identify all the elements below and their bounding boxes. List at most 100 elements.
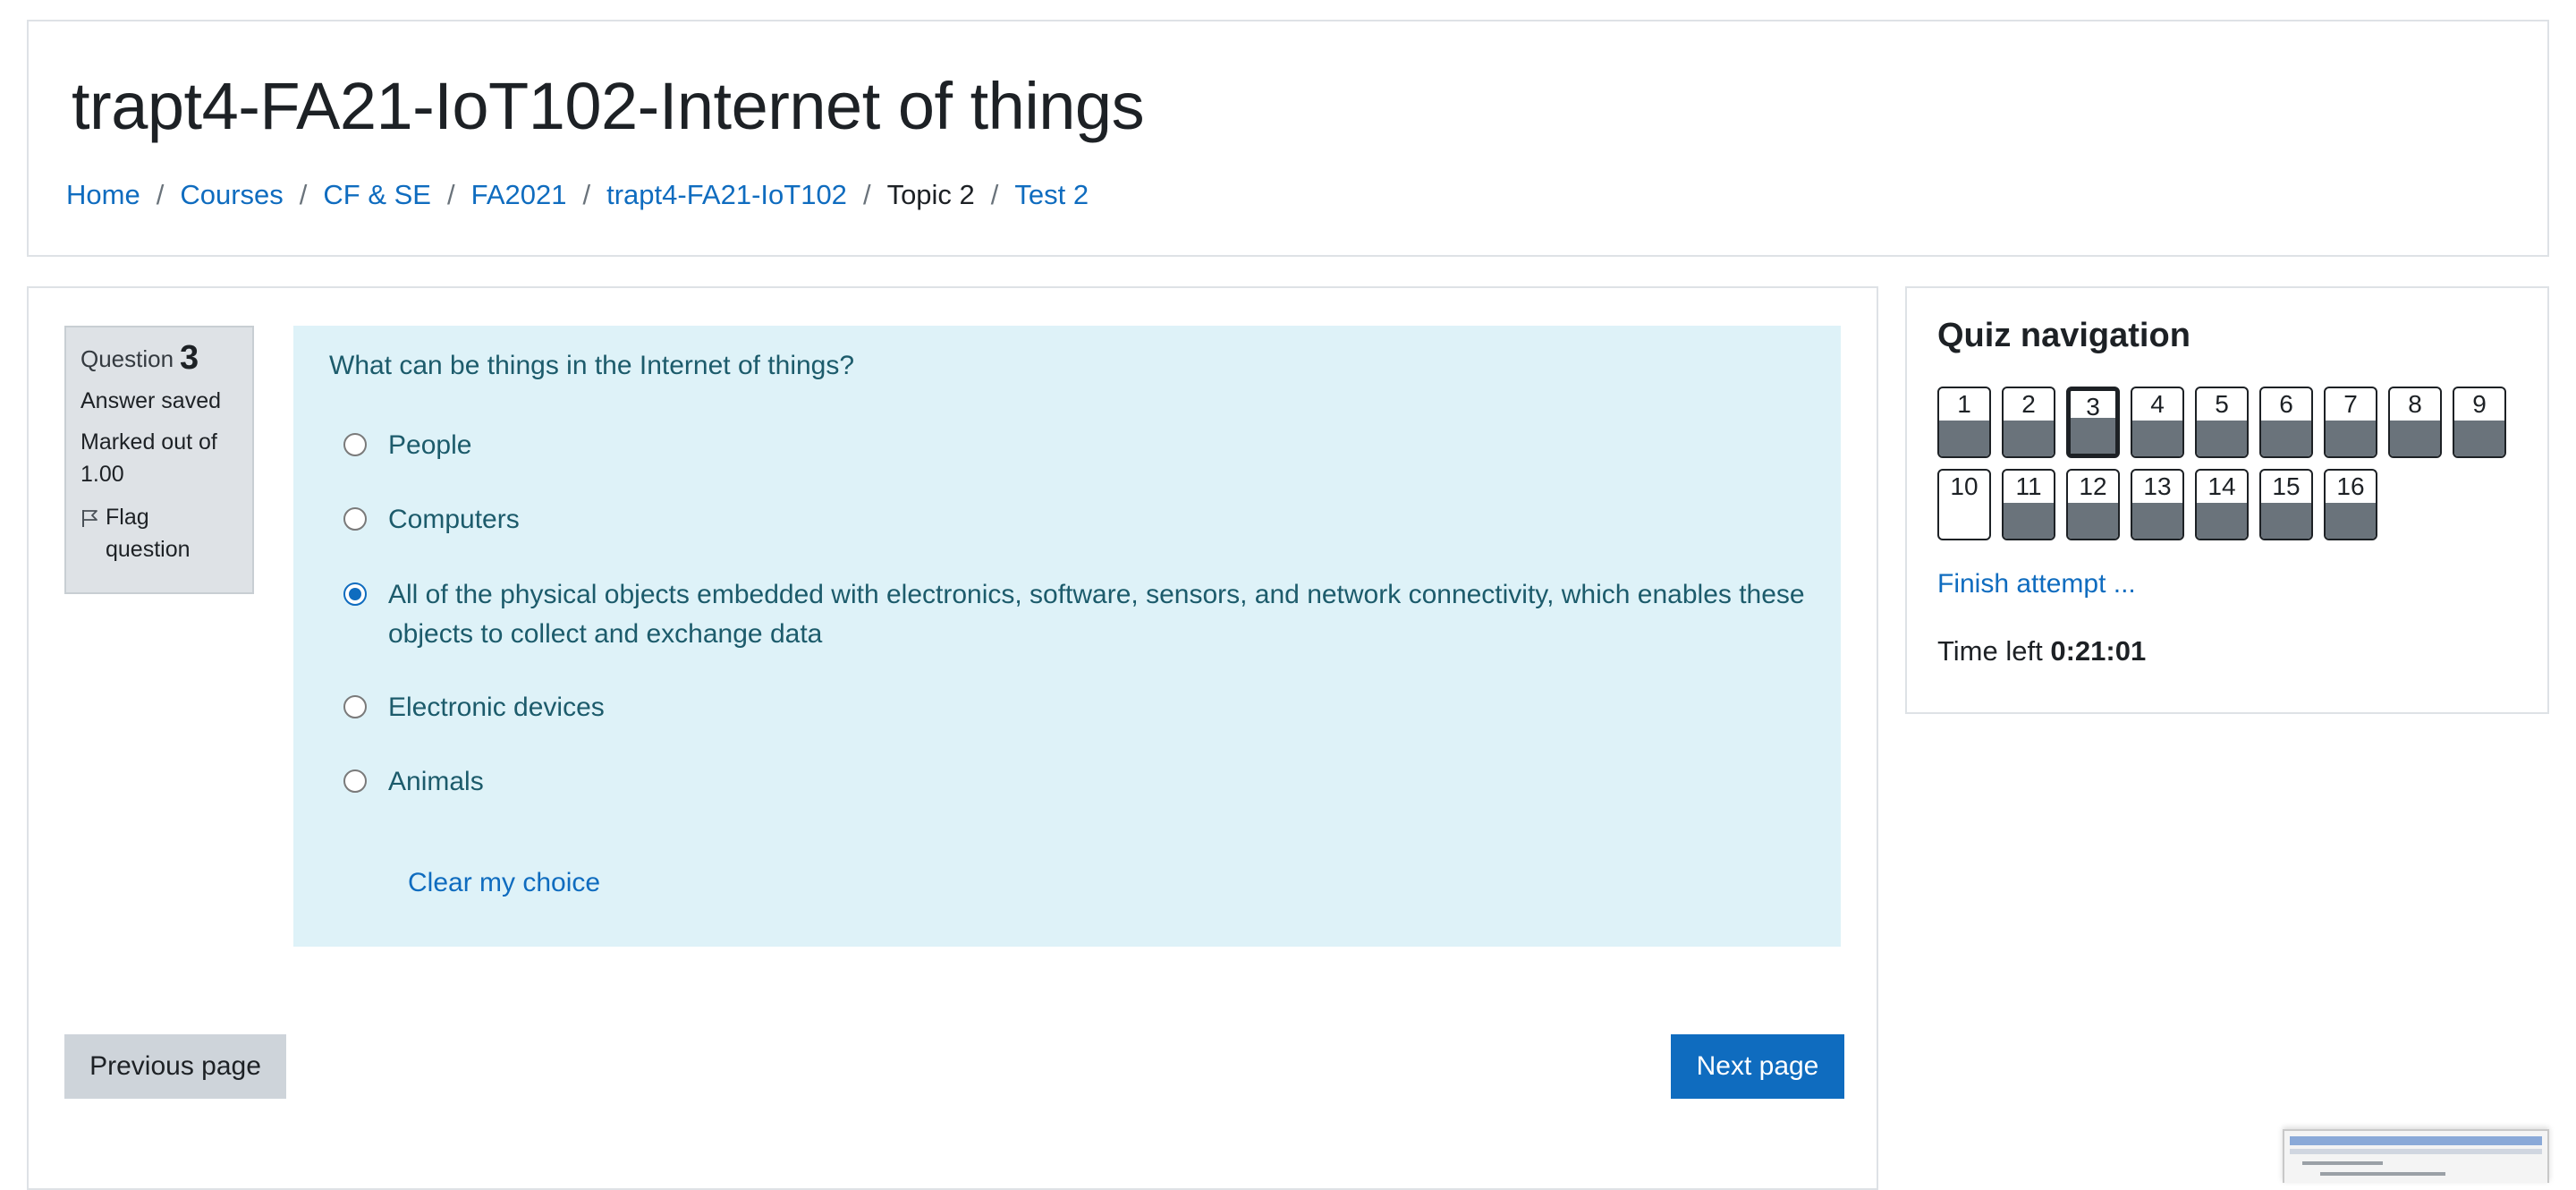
quiz-nav-question-14[interactable]: 14 — [2195, 469, 2249, 540]
quiz-nav-answered-indicator — [2071, 418, 2115, 454]
breadcrumb-separator: / — [446, 179, 455, 210]
answer-radio[interactable] — [343, 695, 367, 718]
breadcrumb-separator: / — [582, 179, 591, 210]
quiz-nav-question-number: 12 — [2079, 472, 2107, 500]
course-title: trapt4-FA21-IoT102-Internet of things — [72, 69, 1145, 143]
quiz-nav-question-number: 14 — [2207, 472, 2236, 500]
quiz-nav-answered-indicator — [1939, 421, 1989, 456]
breadcrumb: Home / Courses / CF & SE / FA2021 / trap… — [66, 179, 1089, 211]
previous-page-button[interactable]: Previous page — [64, 1034, 286, 1099]
quiz-nav-question-8[interactable]: 8 — [2388, 387, 2442, 458]
quiz-nav-question-13[interactable]: 13 — [2131, 469, 2184, 540]
answer-label: Electronic devices — [388, 693, 605, 722]
answer-option-computers[interactable]: Computers — [343, 500, 520, 540]
breadcrumb-separator: / — [862, 179, 871, 210]
breadcrumb-home[interactable]: Home — [66, 179, 140, 211]
quiz-nav-answered-indicator — [2197, 503, 2247, 539]
answer-radio-selected[interactable] — [343, 582, 367, 606]
quiz-nav-question-number: 16 — [2336, 472, 2365, 500]
thumbnail-toolbar — [2290, 1149, 2542, 1154]
quiz-nav-question-number: 6 — [2279, 390, 2293, 418]
quiz-nav-question-number: 11 — [2015, 472, 2042, 500]
breadcrumb-separator: / — [156, 179, 165, 210]
quiz-nav-question-number: 1 — [1957, 390, 1971, 418]
quiz-navigation: Quiz navigation 1 2 3 4 5 6 7 8 9 10 11 12 13 14 15 16 … — [1905, 286, 2549, 714]
quiz-nav-question-1[interactable]: 1 — [1937, 387, 1991, 458]
quiz-nav-question-11[interactable]: 11 — [2002, 469, 2055, 540]
question-text: What can be things in the Internet of th… — [329, 351, 855, 380]
quiz-nav-question-12[interactable]: 12 — [2066, 469, 2120, 540]
question-number: 3 — [180, 339, 199, 377]
quiz-nav-question-number: 7 — [2343, 390, 2358, 418]
quiz-nav-answered-indicator — [2326, 421, 2376, 456]
breadcrumb-term[interactable]: FA2021 — [471, 179, 567, 211]
quiz-nav-answered-indicator — [2261, 503, 2311, 539]
quiz-nav-question-15[interactable]: 15 — [2259, 469, 2313, 540]
answer-option-physical-objects[interactable]: All of the physical objects embedded wit… — [343, 575, 1810, 654]
question-state: Answer saved — [80, 388, 222, 413]
answer-radio[interactable] — [343, 507, 367, 531]
quiz-nav-question-4[interactable]: 4 — [2131, 387, 2184, 458]
question-info: Question 3 Answer saved Marked out of 1.… — [64, 326, 254, 594]
quiz-navigation-title: Quiz navigation — [1937, 317, 2190, 354]
quiz-nav-answered-indicator — [2454, 421, 2504, 456]
thumbnail-titlebar — [2290, 1136, 2542, 1145]
quiz-nav-question-number: 2 — [2021, 390, 2036, 418]
breadcrumb-test[interactable]: Test 2 — [1014, 179, 1089, 211]
quiz-nav-question-7[interactable]: 7 — [2324, 387, 2377, 458]
clear-choice-link[interactable]: Clear my choice — [408, 868, 600, 898]
quiz-nav-question-number: 4 — [2150, 390, 2165, 418]
answer-option-electronic-devices[interactable]: Electronic devices — [343, 688, 605, 727]
answer-label: All of the physical objects embedded wit… — [388, 580, 1805, 649]
question-grade: Marked out of 1.00 — [80, 429, 217, 487]
breadcrumb-course[interactable]: trapt4-FA21-IoT102 — [606, 179, 847, 211]
quiz-nav-question-3[interactable]: 3 — [2066, 387, 2120, 458]
quiz-nav-answered-indicator — [2197, 421, 2247, 456]
quiz-nav-answered-indicator — [2261, 421, 2311, 456]
time-left: Time left 0:21:01 — [1937, 635, 2146, 667]
quiz-nav-answered-indicator — [2004, 421, 2054, 456]
flag-question-label: Flag question — [106, 505, 191, 562]
answer-option-animals[interactable]: Animals — [343, 762, 484, 802]
quiz-nav-question-5[interactable]: 5 — [2195, 387, 2249, 458]
quiz-nav-question-number: 10 — [1950, 472, 1979, 500]
quiz-nav-question-6[interactable]: 6 — [2259, 387, 2313, 458]
answer-option-people[interactable]: People — [343, 426, 471, 465]
quiz-nav-answered-indicator — [2068, 503, 2118, 539]
quiz-nav-question-9[interactable]: 9 — [2453, 387, 2506, 458]
question-region: Question 3 Answer saved Marked out of 1.… — [27, 286, 1878, 1190]
quiz-nav-answered-indicator — [2326, 503, 2376, 539]
breadcrumb-separator: / — [299, 179, 308, 210]
time-left-label: Time left — [1937, 635, 2051, 667]
quiz-nav-question-2[interactable]: 2 — [2002, 387, 2055, 458]
next-page-button[interactable]: Next page — [1671, 1034, 1844, 1099]
quiz-nav-answered-indicator — [2390, 421, 2440, 456]
answer-label: People — [388, 430, 472, 460]
question-number-row: Question 3 — [80, 339, 238, 377]
answer-label: Computers — [388, 505, 520, 534]
page-header: trapt4-FA21-IoT102-Internet of things Ho… — [27, 20, 2549, 257]
quiz-nav-answered-indicator — [2004, 503, 2054, 539]
answer-label: Animals — [388, 767, 484, 796]
breadcrumb-category[interactable]: CF & SE — [323, 179, 431, 211]
quiz-nav-question-number: 8 — [2408, 390, 2422, 418]
question-label: Question — [80, 345, 174, 372]
screenshot-thumbnail[interactable] — [2283, 1129, 2549, 1183]
quiz-nav-question-number: 5 — [2215, 390, 2229, 418]
finish-attempt-link[interactable]: Finish attempt ... — [1937, 569, 2136, 599]
breadcrumb-courses[interactable]: Courses — [180, 179, 283, 211]
answer-radio[interactable] — [343, 769, 367, 793]
quiz-nav-question-10[interactable]: 10 — [1937, 469, 1991, 540]
quiz-nav-question-number: 15 — [2272, 472, 2301, 500]
flag-icon — [82, 510, 97, 527]
quiz-nav-question-number: 13 — [2143, 472, 2172, 500]
answer-radio[interactable] — [343, 433, 367, 456]
question-content: What can be things in the Internet of th… — [293, 326, 1841, 947]
quiz-nav-question-number: 9 — [2472, 390, 2487, 418]
quiz-nav-question-16[interactable]: 16 — [2324, 469, 2377, 540]
time-left-value: 0:21:01 — [2050, 635, 2147, 667]
flag-question-toggle[interactable]: Flag question — [80, 501, 238, 565]
thumbnail-line — [2320, 1172, 2445, 1176]
breadcrumb-topic: Topic 2 — [886, 179, 975, 210]
quiz-nav-answered-indicator — [2132, 421, 2182, 456]
